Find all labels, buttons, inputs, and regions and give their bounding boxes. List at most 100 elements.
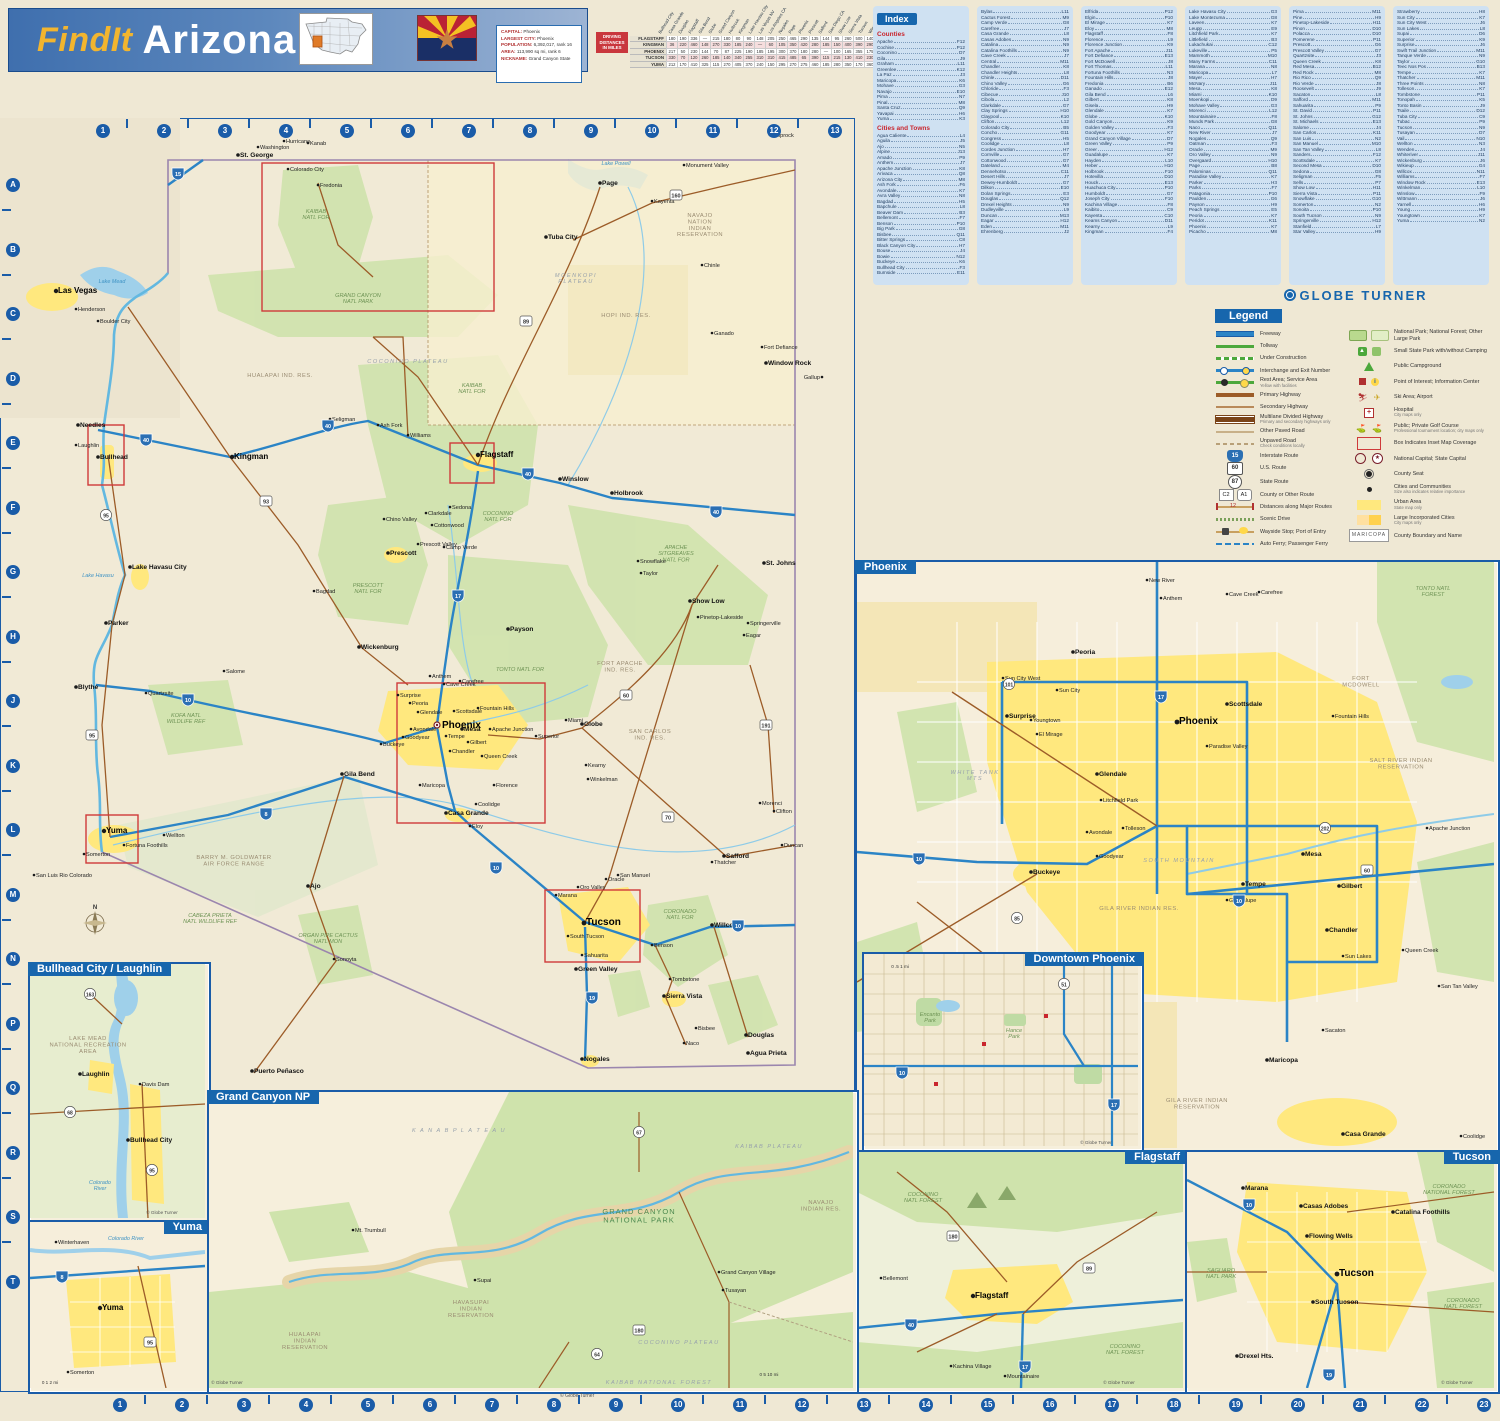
city-label: Flagstaff [975, 1291, 1009, 1300]
state-route-shield: 85 [1011, 912, 1023, 924]
map-label: 95 [149, 1168, 155, 1174]
interstate-shield: 10 [731, 919, 745, 933]
interstate-swatch: 15 [1215, 449, 1255, 462]
city-label: Tempe [448, 734, 465, 740]
city-label: Ganado [714, 331, 734, 337]
interstate-shield: 10 [1242, 1198, 1256, 1212]
inset-tucson: Tucson CORONADO NATIONAL FOREST CORONADO NA… [1185, 1150, 1500, 1394]
grid-number-bottom: 16 [1043, 1398, 1057, 1412]
area-label: Hance Park [1006, 1028, 1022, 1040]
legend-item: C2 A1 County or Other Route [1215, 489, 1343, 502]
city-label: Winterhaven [58, 1240, 89, 1246]
area-label: COCONINO PLATEAU [638, 1340, 719, 1346]
map-label: 60 [623, 694, 629, 700]
area-label: © Globe Turner [1441, 1379, 1473, 1385]
city-label: Coolidge [478, 802, 500, 808]
poi-swatch: i [1349, 377, 1389, 386]
city-label: Queen Creek [1405, 948, 1438, 954]
index-column: Index Counties Apache F12 Cochise P12 Coconino… [873, 6, 969, 285]
city-label: Blythe [78, 684, 98, 691]
city-label: South Tucson [570, 934, 604, 940]
city-label: Gilbert [470, 740, 487, 746]
interstate-shield: 10 [181, 693, 195, 707]
map-label: 10 [916, 857, 922, 863]
city-label: Needles [80, 422, 106, 429]
legend-item: MARICOPA County Boundary and Name [1349, 528, 1496, 543]
index-column: Bylas L11 Cactus Forest M9 Camp Verde G8 Caref… [977, 6, 1073, 285]
city-label: Grand Canyon Village [721, 1270, 776, 1276]
grid-letter-left: A [6, 178, 20, 192]
legend-item: Wayside Stop; Port of Entry [1215, 526, 1343, 538]
interstate-shield: 19 [585, 991, 599, 1005]
legend-item: Under Construction [1215, 352, 1343, 364]
state-route-shield: 95 [146, 1164, 158, 1176]
grid-number-top: 7 [462, 124, 476, 138]
city-label: Bellemont [883, 1276, 908, 1282]
city-label: Sierra Vista [666, 993, 703, 1000]
driving-distances-title: DRIVING DISTANCES IN MILES [596, 32, 628, 54]
grid-letter-left: K [6, 758, 20, 773]
interstate-shield: 40 [709, 505, 723, 519]
map-label: 202 [1321, 826, 1330, 832]
scenic-swatch [1215, 518, 1255, 522]
area-label: CABEZA PRIETA NATL WILDLIFE REF [183, 913, 237, 925]
index-title: Index [877, 13, 917, 25]
capital-swatch: ★ [1349, 453, 1389, 465]
map-label: 40 [713, 510, 719, 516]
legend-item: Scenic Drive [1215, 513, 1343, 525]
legend-item: Unpaved Road Check conditions locally [1215, 438, 1343, 450]
us-route-shield: 60 [1360, 864, 1374, 876]
city-label: Kachina Village [953, 1364, 991, 1370]
city-label: Green Valley [578, 966, 618, 973]
area-label: CORONADO NATL FOREST [1444, 1298, 1483, 1310]
legend-item: Tollway [1215, 340, 1343, 352]
urban-swatch [1349, 499, 1389, 510]
city-label: San Manuel [620, 873, 650, 879]
city-label: Safford [726, 853, 749, 860]
city-label: Kanab [310, 141, 326, 147]
grid-number-top: 2 [157, 124, 171, 138]
legend-item: Interchange and Exit Number [1215, 365, 1343, 377]
map-label: 19 [1326, 1373, 1332, 1379]
map-label: 10 [1246, 1203, 1252, 1209]
interstate-shield: 17 [451, 589, 465, 603]
city-label: Surprise [400, 693, 421, 699]
grid-number-top: 3 [218, 124, 232, 138]
index-entry: Star Valley H9 [1293, 229, 1381, 234]
freeway-swatch [1215, 331, 1255, 338]
area-label: © Globe Turner [146, 1209, 178, 1215]
state-route-shield: 68 [64, 1106, 76, 1118]
city-label: Parker [108, 620, 129, 627]
city-label: Bullhead [100, 454, 128, 461]
grid-number-bottom: 9 [609, 1398, 623, 1412]
legend-item: ⛳ ⛳ Public; Private Golf Course Professiona… [1349, 420, 1496, 435]
inset-flagstaff: Flagstaff COCONINO NATL FOREST COCONINO NAT… [855, 1150, 1189, 1394]
inset-grand-canyon-title: Grand Canyon NP [207, 1090, 320, 1104]
city-label: Tucson [1339, 1268, 1374, 1279]
grid-letter-left: H [6, 629, 20, 644]
legend-item: ★ National Capital; State Capital [1349, 451, 1496, 466]
city-label: Yuma [102, 1303, 124, 1312]
map-label: 101 [1005, 682, 1014, 688]
city-label: Casas Adobes [1303, 1203, 1349, 1210]
map-label: 19 [589, 996, 595, 1002]
map-label: 68 [67, 1110, 73, 1116]
city-label: Chandler [1329, 927, 1358, 934]
city-label: Colorado City [290, 167, 324, 173]
city-label: Thatcher [714, 860, 736, 866]
city-label: Monument Valley [686, 163, 729, 169]
index-entry: Burnside E11 [877, 270, 965, 275]
city-label: Tempe [1245, 881, 1266, 888]
interstate-shield: 10 [489, 861, 503, 875]
city-label: South Tucson [1315, 1299, 1358, 1306]
city-label: Avondale [1089, 830, 1112, 836]
legend-item: Public Campground [1349, 359, 1496, 374]
city-label: Tusayan [725, 1288, 746, 1294]
city-label: Wellton [166, 833, 185, 839]
area-label: COCONINO NATL FOREST [1106, 1344, 1145, 1356]
grid-letter-left: G [6, 565, 20, 579]
area-label: MOENKOPI PLATEAU [555, 273, 597, 285]
city-label: Holbrook [614, 490, 643, 497]
city-label: Sun City [1059, 688, 1080, 694]
inset-flagstaff-title: Flagstaff [1125, 1150, 1189, 1164]
